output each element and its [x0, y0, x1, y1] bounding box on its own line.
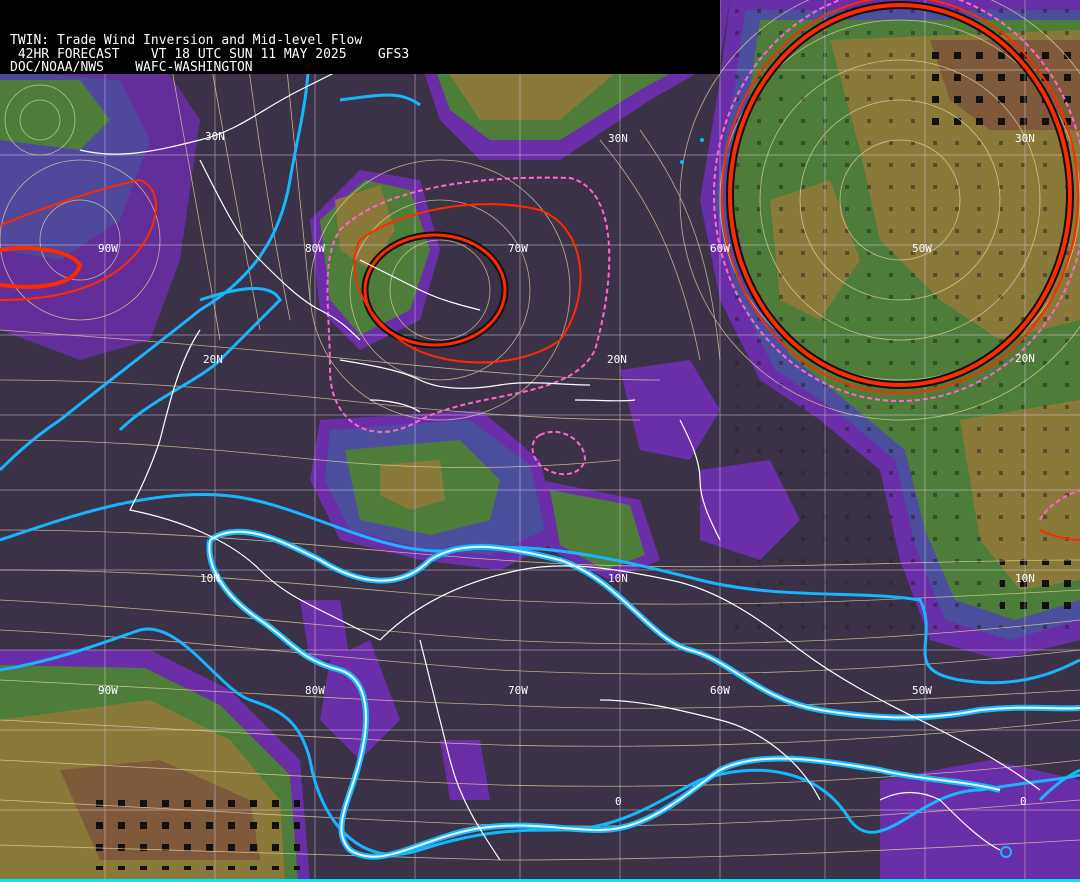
title-box: TWIN: Trade Wind Inversion and Mid-level… — [0, 0, 720, 74]
marker-icon — [680, 160, 684, 164]
lon-label: 70W — [508, 242, 528, 255]
lon-label: 80W — [305, 684, 325, 697]
lat-label: 20N — [203, 353, 223, 366]
lat-label: 20N — [607, 353, 627, 366]
lon-label: 50W — [912, 684, 932, 697]
lat-label: 30N — [205, 130, 225, 143]
lat-label: 10N — [200, 572, 220, 585]
lat-label: 10N — [1015, 572, 1035, 585]
title-line-1: TWIN: Trade Wind Inversion and Mid-level… — [10, 33, 363, 48]
lon-label: 90W — [98, 684, 118, 697]
lon-label: 80W — [305, 242, 325, 255]
lon-label: 50W — [912, 242, 932, 255]
weather-map: 30N 30N 30N 20N 20N 20N 10N 10N 10N 0 0 … — [0, 0, 1080, 882]
lon-label: 90W — [98, 242, 118, 255]
lon-label: 60W — [710, 242, 730, 255]
marker-icon — [700, 138, 704, 142]
lat-label: 0 — [615, 795, 622, 808]
lat-label: 20N — [1015, 352, 1035, 365]
lat-label: 0 — [1020, 795, 1027, 808]
lon-label: 70W — [508, 684, 528, 697]
lat-label: 10N — [608, 572, 628, 585]
title-line-3: DOC/NOAA/NWS WAFC-WASHINGTON — [10, 60, 253, 75]
lon-label: 60W — [710, 684, 730, 697]
lat-label: 30N — [608, 132, 628, 145]
lat-label: 30N — [1015, 132, 1035, 145]
